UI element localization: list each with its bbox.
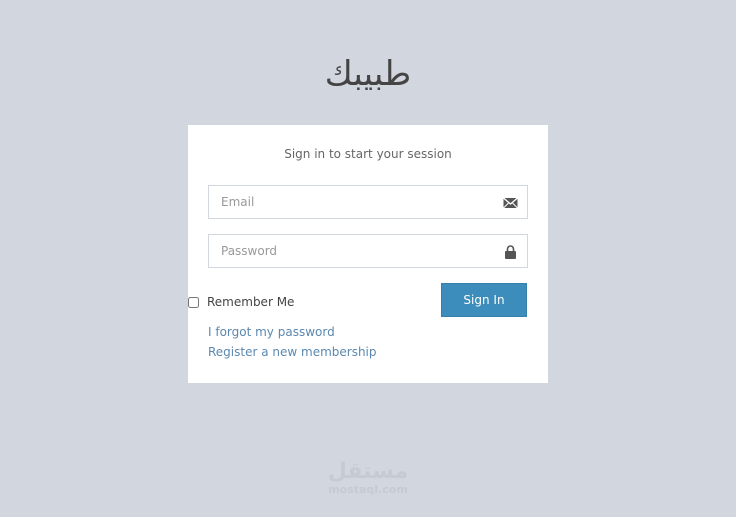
sign-in-button[interactable]: Sign In xyxy=(441,283,527,317)
register-link[interactable]: Register a new membership xyxy=(208,345,377,359)
watermark-arabic: مستقل xyxy=(327,459,409,484)
remember-me-checkbox[interactable] xyxy=(188,296,199,308)
remember-me[interactable]: Remember Me xyxy=(188,295,294,309)
watermark-latin: mostaql.com xyxy=(328,483,408,496)
password-input[interactable] xyxy=(209,235,501,267)
app-logo: طبيبك xyxy=(324,54,412,94)
email-field-wrapper xyxy=(208,185,528,219)
email-input[interactable] xyxy=(209,186,501,218)
forgot-password-link[interactable]: I forgot my password xyxy=(208,325,335,339)
envelope-icon xyxy=(503,195,518,209)
remember-me-label: Remember Me xyxy=(207,295,295,309)
login-page: طبيبك Sign in to start your session Emai… xyxy=(0,0,736,517)
watermark-logo: مستقل mostaql.com xyxy=(318,460,418,496)
login-box-message: Sign in to start your session xyxy=(284,147,452,161)
password-field-wrapper xyxy=(208,234,528,268)
lock-icon xyxy=(503,244,518,259)
login-box: Sign in to start your session Email Reme… xyxy=(188,125,548,383)
